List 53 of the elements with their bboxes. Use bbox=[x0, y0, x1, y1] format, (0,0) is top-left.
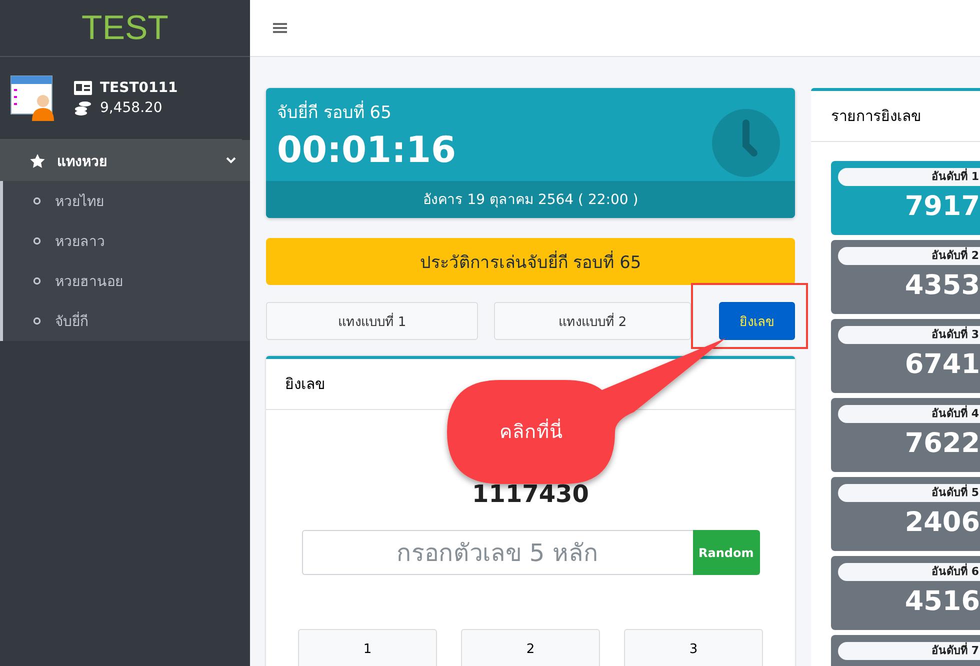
submenu-item[interactable]: หวยไทย bbox=[3, 181, 250, 221]
history-button[interactable]: ประวัติการเล่นจับยี่กี รอบที่ 65 bbox=[266, 238, 795, 285]
ranking-item[interactable]: อันดับที่ 1 7917 bbox=[831, 161, 980, 235]
id-card-icon bbox=[74, 81, 92, 95]
submenu-item[interactable]: หวยลาว bbox=[3, 221, 250, 261]
rank-label: อันดับที่ 7 bbox=[838, 642, 980, 660]
callout-text: คลิกที่นี่ bbox=[500, 416, 562, 446]
circle-icon bbox=[33, 277, 41, 285]
rank-label: อันดับที่ 3 bbox=[838, 326, 980, 344]
user-profile-icon bbox=[10, 75, 56, 121]
circle-icon bbox=[33, 237, 41, 245]
circle-icon bbox=[33, 197, 41, 205]
keypad-key[interactable]: 3 bbox=[624, 629, 763, 666]
ranking-item[interactable]: อันดับที่ 2 4353 bbox=[831, 240, 980, 314]
rank-number: 4353 bbox=[904, 269, 980, 303]
rank-label: อันดับที่ 5 bbox=[838, 484, 980, 502]
circle-icon bbox=[33, 317, 41, 325]
rank-number: 7917 bbox=[904, 190, 980, 224]
brand-logo[interactable]: TEST bbox=[82, 8, 168, 48]
rank-number: 4516 bbox=[904, 585, 980, 619]
ranking-item[interactable]: อันดับที่ 5 2406 bbox=[831, 477, 980, 551]
star-icon bbox=[30, 154, 45, 168]
keypad-key[interactable]: 2 bbox=[461, 629, 600, 666]
countdown-timer: 00:01:16 bbox=[277, 129, 456, 173]
ranking-item[interactable]: อันดับที่ 7 bbox=[831, 635, 980, 666]
rank-label: อันดับที่ 1 bbox=[838, 168, 980, 186]
shot-number: 1117430 bbox=[472, 480, 589, 508]
mode-tab[interactable]: แทงแบบที่ 1 bbox=[266, 302, 478, 340]
keypad-key[interactable]: 1 bbox=[298, 629, 437, 666]
mode-tab[interactable]: แทงแบบที่ 2 bbox=[494, 302, 691, 340]
ranking-item[interactable]: อันดับที่ 4 7622 bbox=[831, 398, 980, 472]
username: TEST0111 bbox=[100, 80, 178, 96]
chevron-icon bbox=[226, 157, 236, 164]
rank-label: อันดับที่ 6 bbox=[838, 563, 980, 581]
rank-number: 7622 bbox=[904, 427, 980, 461]
ranking-item[interactable]: อันดับที่ 3 6741 bbox=[831, 319, 980, 393]
draw-date: อังคาร 19 ตุลาคม 2564 ( 22:00 ) bbox=[266, 181, 795, 218]
submenu-item[interactable]: จับยี่กี bbox=[3, 301, 250, 341]
submenu-item[interactable]: หวยฮานอย bbox=[3, 261, 250, 301]
menu-item[interactable]: แทงหวย bbox=[0, 140, 250, 181]
number-input[interactable]: กรอกตัวเลข 5 หลัก bbox=[302, 530, 692, 575]
coins-icon bbox=[74, 100, 92, 116]
mode-tab[interactable]: ยิงเลข bbox=[719, 302, 795, 340]
clock-icon bbox=[712, 109, 780, 177]
ranking-item[interactable]: อันดับที่ 6 4516 bbox=[831, 556, 980, 630]
round-title: จับยี่กี รอบที่ 65 bbox=[277, 98, 392, 125]
panel-title: รายการยิงเลข bbox=[811, 91, 980, 142]
rank-label: อันดับที่ 2 bbox=[838, 247, 980, 265]
rank-number: 2406 bbox=[904, 506, 980, 540]
rank-label: อันดับที่ 4 bbox=[838, 405, 980, 423]
rank-number: 6741 bbox=[904, 348, 980, 382]
balance: 9,458.20 bbox=[100, 100, 162, 116]
menu-icon[interactable] bbox=[273, 22, 287, 34]
